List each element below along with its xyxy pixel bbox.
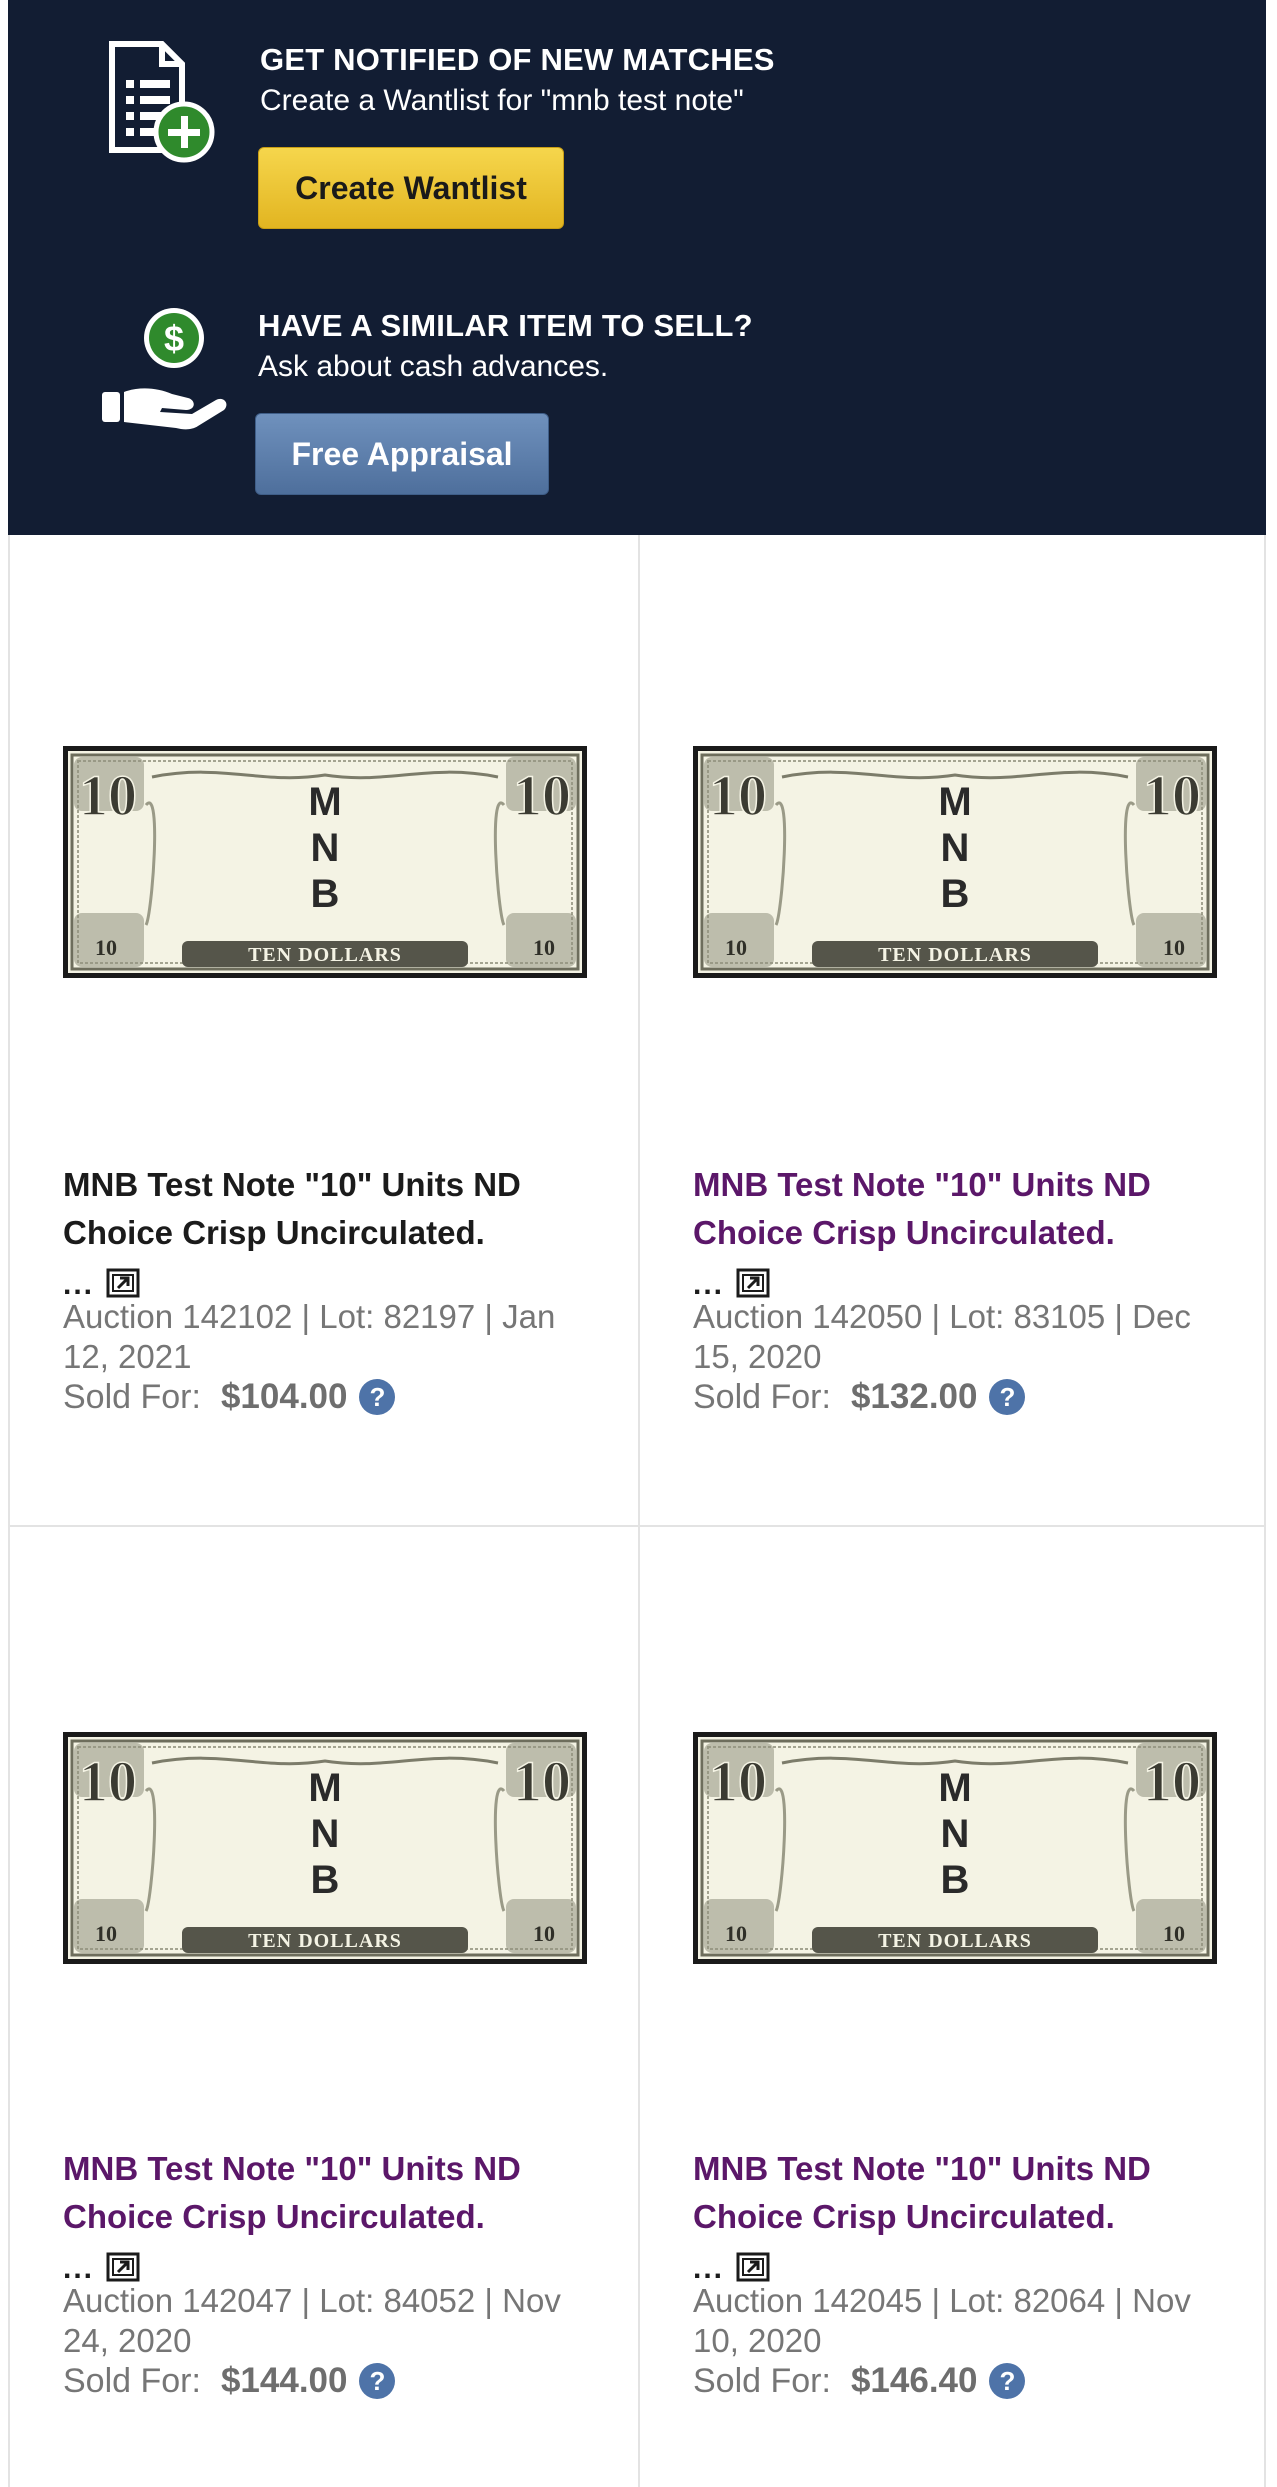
- page: GET NOTIFIED OF NEW MATCHES Create a Wan…: [0, 0, 1277, 2487]
- svg-text:N: N: [941, 826, 970, 870]
- auction-lot-date: Auction 142102 | Lot: 82197 | Jan 12, 20…: [63, 1298, 556, 1375]
- svg-text:10: 10: [709, 763, 767, 828]
- svg-text:M: M: [938, 1766, 971, 1810]
- result-title-link[interactable]: MNB Test Note "10" Units ND Choice Crisp…: [693, 1161, 1233, 1257]
- result-title-link[interactable]: MNB Test Note "10" Units ND Choice Crisp…: [693, 2145, 1233, 2241]
- svg-text:10: 10: [725, 1921, 747, 1946]
- appraisal-title: HAVE A SIMILAR ITEM TO SELL?: [258, 308, 753, 343]
- result-card: 10 10 10 10 M N B TEN DOLLARS MNB Test Note "10…: [640, 1527, 1266, 2487]
- sold-for-label: Sold For:: [693, 1377, 831, 1416]
- help-icon[interactable]: ?: [359, 1379, 396, 1415]
- auction-lot-date: Auction 142050 | Lot: 83105 | Dec 15, 20…: [693, 1298, 1191, 1375]
- document-add-icon: [100, 40, 216, 164]
- create-wantlist-button[interactable]: Create Wantlist: [258, 147, 564, 229]
- svg-text:10: 10: [1143, 763, 1201, 828]
- svg-text:$: $: [164, 318, 184, 359]
- svg-text:M: M: [308, 1766, 341, 1810]
- help-icon[interactable]: ?: [989, 2363, 1026, 2399]
- sold-price: $144.00: [220, 2361, 348, 2400]
- promo-panel: GET NOTIFIED OF NEW MATCHES Create a Wan…: [8, 0, 1266, 535]
- svg-text:N: N: [311, 1812, 340, 1856]
- svg-text:B: B: [941, 1858, 970, 1902]
- svg-text:B: B: [311, 1858, 340, 1902]
- svg-text:10: 10: [1163, 935, 1185, 960]
- svg-text:10: 10: [79, 763, 137, 828]
- sold-for-label: Sold For:: [63, 2361, 201, 2400]
- result-card: 10 10 10 10 M N B TEN DOLLARS MNB Test Note "10…: [10, 535, 636, 1525]
- svg-text:10: 10: [95, 1921, 117, 1946]
- auction-lot-date: Auction 142045 | Lot: 82064 | Nov 10, 20…: [693, 2282, 1191, 2359]
- free-appraisal-button[interactable]: Free Appraisal: [255, 413, 549, 495]
- svg-text:B: B: [941, 872, 970, 916]
- ellipsis-text: ...: [693, 2252, 725, 2285]
- banknote-image[interactable]: 10 10 10 10 M N B TEN DOLLARS: [692, 745, 1218, 979]
- svg-text:10: 10: [95, 935, 117, 960]
- result-card: 10 10 10 10 M N B TEN DOLLARS MNB Test Note "10…: [10, 1527, 636, 2487]
- svg-text:10: 10: [725, 935, 747, 960]
- svg-text:M: M: [308, 780, 341, 824]
- svg-text:10: 10: [513, 1749, 571, 1814]
- ellipsis-text: ...: [63, 1268, 95, 1301]
- help-icon[interactable]: ?: [359, 2363, 396, 2399]
- svg-text:TEN DOLLARS: TEN DOLLARS: [248, 944, 402, 966]
- ellipsis-text: ...: [63, 2252, 95, 2285]
- sold-price: $104.00: [220, 1377, 348, 1416]
- svg-text:TEN DOLLARS: TEN DOLLARS: [878, 944, 1032, 966]
- svg-text:10: 10: [79, 1749, 137, 1814]
- svg-text:N: N: [941, 1812, 970, 1856]
- wantlist-subtitle: Create a Wantlist for "mnb test note": [260, 84, 744, 117]
- sold-for-row: Sold For: $144.00 ?: [63, 2359, 396, 2403]
- sold-for-label: Sold For:: [63, 1377, 201, 1416]
- auction-lot-date: Auction 142047 | Lot: 84052 | Nov 24, 20…: [63, 2282, 561, 2359]
- svg-text:10: 10: [533, 935, 555, 960]
- sold-for-row: Sold For: $146.40 ?: [693, 2359, 1026, 2403]
- svg-text:10: 10: [1163, 1921, 1185, 1946]
- svg-text:10: 10: [513, 763, 571, 828]
- results-grid: 10 10 10 10 M N B TEN DOLLARS MNB Test Note "10…: [8, 535, 1266, 2487]
- result-card: 10 10 10 10 M N B TEN DOLLARS MNB Test Note "10…: [640, 535, 1266, 1525]
- sold-price: $146.40: [850, 2361, 978, 2400]
- result-title-link[interactable]: MNB Test Note "10" Units ND Choice Crisp…: [63, 2145, 603, 2241]
- banknote-image[interactable]: 10 10 10 10 M N B TEN DOLLARS: [692, 1731, 1218, 1965]
- svg-text:TEN DOLLARS: TEN DOLLARS: [878, 1930, 1032, 1952]
- svg-text:10: 10: [709, 1749, 767, 1814]
- svg-text:M: M: [938, 780, 971, 824]
- ellipsis-text: ...: [693, 1268, 725, 1301]
- banknote-image[interactable]: 10 10 10 10 M N B TEN DOLLARS: [62, 1731, 588, 1965]
- sold-for-label: Sold For:: [693, 2361, 831, 2400]
- result-title-link[interactable]: MNB Test Note "10" Units ND Choice Crisp…: [63, 1161, 603, 1257]
- svg-text:N: N: [311, 826, 340, 870]
- sold-for-row: Sold For: $132.00 ?: [693, 1375, 1026, 1419]
- appraisal-subtitle: Ask about cash advances.: [258, 350, 609, 383]
- banknote-image[interactable]: 10 10 10 10 M N B TEN DOLLARS: [62, 745, 588, 979]
- wantlist-title: GET NOTIFIED OF NEW MATCHES: [260, 42, 775, 77]
- sold-price: $132.00: [850, 1377, 978, 1416]
- svg-text:10: 10: [533, 1921, 555, 1946]
- help-icon[interactable]: ?: [989, 1379, 1026, 1415]
- svg-text:TEN DOLLARS: TEN DOLLARS: [248, 1930, 402, 1952]
- svg-text:B: B: [311, 872, 340, 916]
- svg-text:10: 10: [1143, 1749, 1201, 1814]
- sold-for-row: Sold For: $104.00 ?: [63, 1375, 396, 1419]
- hand-dollar-icon: $: [100, 306, 230, 430]
